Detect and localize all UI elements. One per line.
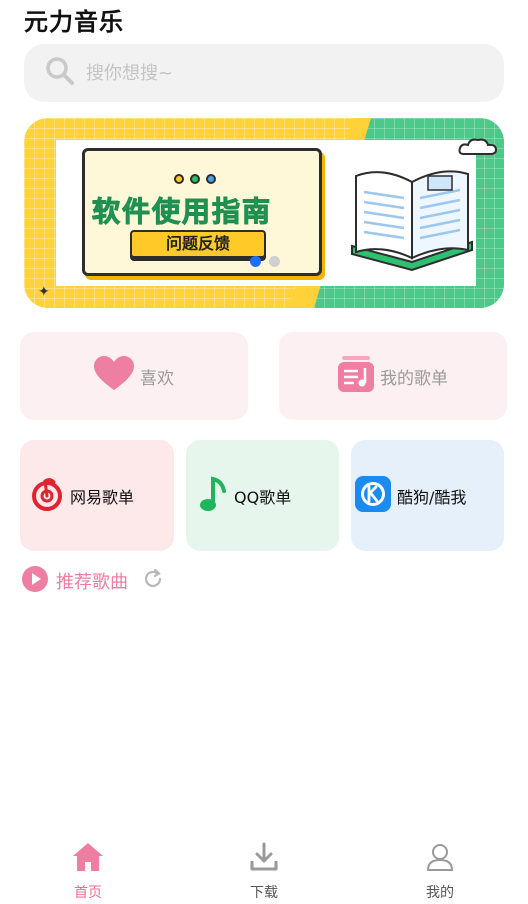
cloud-icon <box>458 136 498 162</box>
kugou-icon <box>355 475 391 516</box>
heart-icon <box>94 356 134 396</box>
bottom-tab-bar: 首页 下载 我的 <box>0 830 528 904</box>
guide-banner[interactable]: 软件使用指南 问题反馈 ✦ <box>24 118 504 308</box>
my-playlist-tile[interactable]: 我的歌单 <box>279 332 507 420</box>
tab-home[interactable]: 首页 <box>0 830 176 904</box>
my-playlist-label: 我的歌单 <box>380 368 448 389</box>
play-circle-icon[interactable] <box>22 566 48 596</box>
board-dots <box>174 174 216 184</box>
feedback-button[interactable]: 问题反馈 <box>130 230 266 258</box>
app-title: 元力音乐 <box>24 8 124 36</box>
sparkle-icon: ✦ <box>38 284 50 300</box>
qq-label: QQ歌单 <box>234 487 292 507</box>
netease-label: 网易歌单 <box>70 487 135 507</box>
recommend-section-header: 推荐歌曲 <box>22 566 164 596</box>
pager-dot[interactable] <box>269 256 280 267</box>
download-icon <box>249 842 279 876</box>
like-label: 喜欢 <box>140 368 174 389</box>
netease-playlist-tile[interactable]: 网易歌单 <box>20 440 174 551</box>
tab-mine-label: 我的 <box>426 885 454 901</box>
qq-playlist-tile[interactable]: QQ歌单 <box>186 440 339 551</box>
search-bar[interactable] <box>24 44 504 102</box>
tab-mine[interactable]: 我的 <box>352 830 528 904</box>
pager-dot-active[interactable] <box>250 256 261 267</box>
home-icon <box>72 842 104 876</box>
netease-music-icon <box>30 477 64 515</box>
user-icon <box>425 842 455 876</box>
banner-pager <box>250 256 280 267</box>
playlist-icon <box>338 356 374 396</box>
qq-music-icon <box>198 475 228 517</box>
kugou-kuwo-tile[interactable]: 酷狗/酷我 <box>351 440 504 551</box>
tab-download[interactable]: 下载 <box>176 830 352 904</box>
tab-download-label: 下载 <box>250 885 278 901</box>
banner-title: 软件使用指南 <box>91 195 273 229</box>
like-tile[interactable]: 喜欢 <box>20 332 248 420</box>
search-input[interactable] <box>86 62 466 84</box>
refresh-icon[interactable] <box>142 568 164 594</box>
tab-home-label: 首页 <box>74 885 102 901</box>
book-icon <box>342 166 482 280</box>
recommend-label: 推荐歌曲 <box>56 572 128 593</box>
search-icon <box>44 55 76 91</box>
kugou-label: 酷狗/酷我 <box>397 487 467 507</box>
